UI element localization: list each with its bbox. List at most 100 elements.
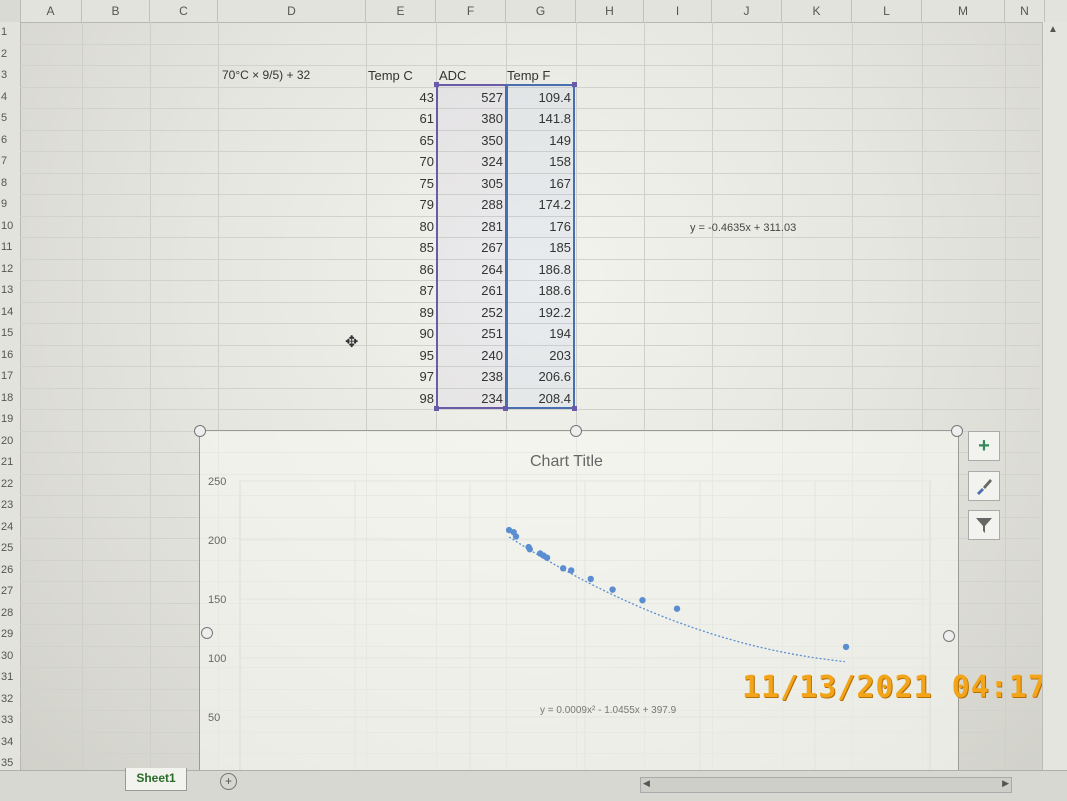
table-cell[interactable]: 264: [443, 262, 503, 277]
column-header-c[interactable]: C: [150, 0, 218, 22]
tab-sheet1[interactable]: Sheet1: [125, 768, 187, 791]
table-cell[interactable]: 65: [374, 133, 434, 148]
table-cell[interactable]: 288: [443, 197, 503, 212]
chart-resize-handle[interactable]: [943, 630, 955, 642]
data-point[interactable]: [525, 543, 532, 551]
table-cell[interactable]: 43: [374, 90, 434, 105]
row-header-20[interactable]: 20: [0, 435, 21, 447]
table-cell[interactable]: 95: [374, 348, 434, 363]
table-cell[interactable]: 109.4: [511, 90, 571, 105]
table-cell[interactable]: 251: [443, 326, 503, 341]
row-header-12[interactable]: 12: [0, 263, 21, 275]
table-cell[interactable]: 87: [374, 283, 434, 298]
table-cell[interactable]: 252: [443, 305, 503, 320]
chart-object[interactable]: Chart Title 250 200 150 100 50 y = 0.0009x² -…: [199, 430, 959, 777]
row-header-18[interactable]: 18: [0, 392, 21, 404]
table-cell[interactable]: 85: [374, 240, 434, 255]
row-header-13[interactable]: 13: [0, 284, 21, 296]
row-header-15[interactable]: 15: [0, 327, 21, 339]
data-point[interactable]: [639, 596, 646, 604]
table-cell[interactable]: 380: [443, 111, 503, 126]
column-header-a[interactable]: A: [20, 0, 82, 22]
row-header-32[interactable]: 32: [0, 693, 21, 705]
row-header-19[interactable]: 19: [0, 413, 21, 425]
row-header-25[interactable]: 25: [0, 542, 21, 554]
select-all-corner[interactable]: [0, 0, 21, 22]
row-header-22[interactable]: 22: [0, 478, 21, 490]
table-cell[interactable]: 206.6: [511, 369, 571, 384]
row-header-8[interactable]: 8: [0, 177, 21, 189]
data-point[interactable]: [609, 586, 616, 593]
scroll-up-icon[interactable]: ▲: [1048, 24, 1058, 35]
data-point[interactable]: [505, 526, 513, 534]
header-temp-c[interactable]: Temp C: [368, 68, 413, 83]
data-point[interactable]: [536, 550, 544, 557]
chart-elements-button[interactable]: +: [968, 431, 1000, 461]
table-cell[interactable]: 267: [443, 240, 503, 255]
scroll-right-icon[interactable]: ▶: [1002, 778, 1009, 789]
row-header-33[interactable]: 33: [0, 714, 21, 726]
column-header-e[interactable]: E: [366, 0, 436, 22]
cell-d3[interactable]: 70°C × 9/5) + 32: [222, 68, 310, 82]
row-header-11[interactable]: 11: [0, 241, 21, 253]
data-point[interactable]: [842, 643, 850, 651]
table-cell[interactable]: 185: [511, 240, 571, 255]
table-cell[interactable]: 70: [374, 154, 434, 169]
data-point[interactable]: [673, 605, 681, 612]
table-cell[interactable]: 194: [511, 326, 571, 341]
table-cell[interactable]: 238: [443, 369, 503, 384]
data-point[interactable]: [568, 567, 575, 574]
row-header-35[interactable]: 35: [0, 757, 21, 769]
row-header-21[interactable]: 21: [0, 456, 21, 468]
table-cell[interactable]: 527: [443, 90, 503, 105]
column-header-h[interactable]: H: [576, 0, 644, 22]
column-header-j[interactable]: J: [712, 0, 782, 22]
column-header-n[interactable]: N: [1005, 0, 1045, 22]
table-cell[interactable]: 79: [374, 197, 434, 212]
chart-resize-handle[interactable]: [201, 627, 213, 639]
column-header-f[interactable]: F: [436, 0, 506, 22]
selection-handle[interactable]: [503, 406, 508, 411]
column-header-d[interactable]: D: [218, 0, 366, 22]
selection-handle[interactable]: [572, 406, 577, 411]
row-header-14[interactable]: 14: [0, 306, 21, 318]
table-cell[interactable]: 261: [443, 283, 503, 298]
chart-styles-button[interactable]: [968, 471, 1000, 501]
column-header-i[interactable]: I: [644, 0, 712, 22]
chart-resize-handle[interactable]: [194, 425, 206, 437]
row-header-24[interactable]: 24: [0, 521, 21, 533]
row-header-2[interactable]: 2: [0, 48, 21, 60]
table-cell[interactable]: 305: [443, 176, 503, 191]
table-cell[interactable]: 167: [511, 176, 571, 191]
header-adc[interactable]: ADC: [439, 68, 466, 83]
table-cell[interactable]: 97: [374, 369, 434, 384]
table-cell[interactable]: 90: [374, 326, 434, 341]
row-header-34[interactable]: 34: [0, 736, 21, 748]
row-header-16[interactable]: 16: [0, 349, 21, 361]
chart-resize-handle[interactable]: [951, 425, 963, 437]
chart-resize-handle[interactable]: [570, 425, 582, 437]
table-cell[interactable]: 61: [374, 111, 434, 126]
table-cell[interactable]: 203: [511, 348, 571, 363]
row-header-29[interactable]: 29: [0, 628, 21, 640]
column-header-m[interactable]: M: [922, 0, 1005, 22]
row-header-28[interactable]: 28: [0, 607, 21, 619]
table-cell[interactable]: 158: [511, 154, 571, 169]
table-cell[interactable]: 149: [511, 133, 571, 148]
column-header-b[interactable]: B: [82, 0, 150, 22]
table-cell[interactable]: 174.2: [511, 197, 571, 212]
row-header-6[interactable]: 6: [0, 134, 21, 146]
add-sheet-button[interactable]: +: [220, 773, 237, 790]
table-cell[interactable]: 141.8: [511, 111, 571, 126]
table-cell[interactable]: 281: [443, 219, 503, 234]
row-header-31[interactable]: 31: [0, 671, 21, 683]
table-cell[interactable]: 75: [374, 176, 434, 191]
table-cell[interactable]: 176: [511, 219, 571, 234]
row-header-5[interactable]: 5: [0, 112, 21, 124]
table-cell[interactable]: 240: [443, 348, 503, 363]
row-header-7[interactable]: 7: [0, 155, 21, 167]
row-header-17[interactable]: 17: [0, 370, 21, 382]
row-header-4[interactable]: 4: [0, 91, 21, 103]
table-cell[interactable]: 89: [374, 305, 434, 320]
row-header-30[interactable]: 30: [0, 650, 21, 662]
